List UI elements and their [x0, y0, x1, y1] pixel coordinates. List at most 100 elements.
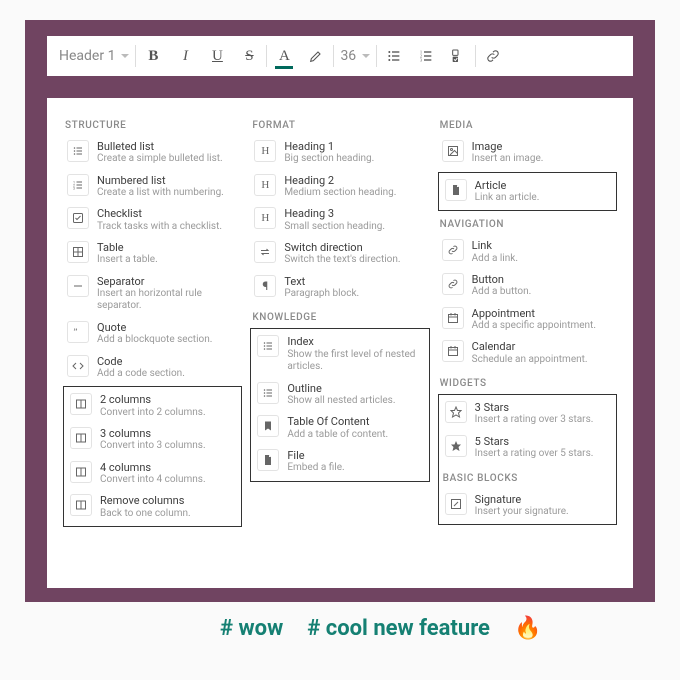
menu-item[interactable]: Article Link an article. — [441, 175, 614, 209]
menu-item-title: Table — [97, 241, 158, 254]
menu-item-title: Image — [472, 140, 544, 153]
group-label: STRUCTURE — [65, 120, 242, 131]
edit-icon — [445, 493, 467, 515]
group-label: MEDIA — [440, 120, 617, 131]
link-button[interactable] — [482, 45, 504, 67]
bold-button[interactable]: B — [142, 45, 164, 67]
menu-item-title: Switch direction — [284, 241, 400, 254]
menu-item[interactable]: 123 Numbered list Create a list with num… — [63, 170, 242, 204]
style-select[interactable]: Header 1 — [59, 48, 129, 64]
menu-item[interactable]: Code Add a code section. — [63, 351, 242, 385]
style-select-label: Header 1 — [59, 48, 115, 64]
font-size-select[interactable]: 36 — [340, 48, 370, 64]
menu-item-title: Text — [284, 275, 359, 288]
star-o-icon — [445, 401, 467, 423]
svg-text:”: ” — [74, 327, 78, 337]
menu-item[interactable]: File Embed a file. — [253, 445, 426, 479]
menu-item[interactable]: 3 columns Convert into 3 columns. — [66, 423, 239, 457]
menu-item-desc: Convert into 2 columns. — [100, 407, 206, 420]
menu-item[interactable]: ” Quote Add a blockquote section. — [63, 317, 242, 351]
menu-item-title: Button — [472, 273, 532, 286]
caret-down-icon — [121, 54, 129, 58]
link-icon — [442, 273, 464, 295]
menu-item[interactable]: Outline Show all nested articles. — [253, 378, 426, 412]
menu-item-desc: Switch the text's direction. — [284, 254, 400, 267]
menu-item-desc: Insert an image. — [472, 153, 544, 166]
underline-button[interactable]: U — [206, 45, 228, 67]
menu-item-title: 3 columns — [100, 427, 206, 440]
bookmark-icon — [257, 415, 279, 437]
menu-item-title: Heading 3 — [284, 207, 385, 220]
H-icon: H — [254, 174, 276, 196]
cols-icon — [70, 461, 92, 483]
menu-item-desc: Show all nested articles. — [287, 395, 395, 408]
menu-item-desc: Convert into 3 columns. — [100, 440, 206, 453]
menu-item-desc: Embed a file. — [287, 462, 344, 475]
menu-item[interactable]: Remove columns Back to one column. — [66, 490, 239, 524]
menu-item[interactable]: Appointment Add a specific appointment. — [438, 303, 617, 337]
menu-item-desc: Add a link. — [472, 253, 518, 266]
group-items: Index Show the first level of nested art… — [250, 328, 429, 481]
svg-text:3: 3 — [73, 186, 75, 190]
group-items: Link Add a link. Button Add a button. Ap… — [438, 235, 617, 370]
cols-icon — [70, 393, 92, 415]
menu-item[interactable]: 3 Stars Insert a rating over 3 stars. — [441, 397, 614, 431]
hashtags: # wow # cool new feature 🔥 — [220, 616, 541, 641]
tag-feature: # cool new feature — [307, 616, 490, 641]
italic-button[interactable]: I — [174, 45, 196, 67]
menu-item[interactable]: Image Insert an image. — [438, 136, 617, 170]
menu-item[interactable]: H Heading 3 Small section heading. — [250, 203, 429, 237]
menu-item-title: File — [287, 449, 344, 462]
menu-item[interactable]: ¶ Text Paragraph block. — [250, 271, 429, 305]
menu-item-desc: Show the first level of nested articles. — [287, 349, 422, 374]
group-items: 3 Stars Insert a rating over 3 stars. 5 … — [438, 394, 617, 525]
menu-item[interactable]: Signature Insert your signature. — [441, 489, 614, 523]
menu-item-title: Appointment — [472, 307, 596, 320]
para-icon: ¶ — [254, 275, 276, 297]
menu-item-title: Bulleted list — [97, 140, 223, 153]
menu-item[interactable]: Calendar Schedule an appointment. — [438, 336, 617, 370]
link-icon — [442, 239, 464, 261]
menu-item-title: 5 Stars — [475, 435, 594, 448]
menu-item[interactable]: H Heading 1 Big section heading. — [250, 136, 429, 170]
menu-item[interactable]: Separator Insert an horizontal rule sepa… — [63, 271, 242, 317]
checklist-button[interactable] — [447, 45, 469, 67]
menu-item-title: Signature — [475, 493, 569, 506]
menu-item[interactable]: Index Show the first level of nested art… — [253, 331, 426, 377]
ordered-list-button[interactable]: 123 — [415, 45, 437, 67]
menu-item-desc: Insert an horizontal rule separator. — [97, 288, 238, 313]
menu-item[interactable]: H Heading 2 Medium section heading. — [250, 170, 429, 204]
cal-icon — [442, 307, 464, 329]
menu-item-desc: Add a code section. — [97, 368, 185, 381]
group-label: BASIC BLOCKS — [443, 473, 614, 484]
toolbar: Header 1 B I U S A 36 — [47, 36, 633, 76]
menu-item[interactable]: Checklist Track tasks with a checklist. — [63, 203, 242, 237]
menu-item[interactable]: 4 columns Convert into 4 columns. — [66, 457, 239, 491]
menu-item[interactable]: 2 columns Convert into 2 columns. — [66, 389, 239, 423]
menu-item[interactable]: 5 Stars Insert a rating over 5 stars. — [441, 431, 614, 465]
menu-item-desc: Insert a rating over 3 stars. — [475, 414, 594, 427]
menu-item[interactable]: Bulleted list Create a simple bulleted l… — [63, 136, 242, 170]
menu-item-title: Article — [475, 179, 540, 192]
H-icon: H — [254, 140, 276, 162]
cols-icon — [70, 494, 92, 516]
font-color-button[interactable]: A — [273, 45, 295, 67]
brush-button[interactable] — [305, 45, 327, 67]
menu-item[interactable]: Table Of Content Add a table of content. — [253, 411, 426, 445]
unordered-list-button[interactable] — [383, 45, 405, 67]
menu-item-desc: Add a table of content. — [287, 429, 388, 442]
menu-item-desc: Paragraph block. — [284, 288, 359, 301]
menu-item-desc: Add a blockquote section. — [97, 334, 212, 347]
minus-icon — [67, 275, 89, 297]
group-label: FORMAT — [252, 120, 429, 131]
menu-item[interactable]: Link Add a link. — [438, 235, 617, 269]
group-items: Image Insert an image. — [438, 136, 617, 170]
menu-item[interactable]: Table Insert a table. — [63, 237, 242, 271]
menu-item[interactable]: Button Add a button. — [438, 269, 617, 303]
menu-item-desc: Schedule an appointment. — [472, 354, 588, 367]
strikethrough-button[interactable]: S — [238, 45, 260, 67]
menu-item[interactable]: Switch direction Switch the text's direc… — [250, 237, 429, 271]
menu-item-title: Heading 2 — [284, 174, 396, 187]
menu-item-title: Quote — [97, 321, 212, 334]
list-ul-icon — [257, 335, 279, 357]
